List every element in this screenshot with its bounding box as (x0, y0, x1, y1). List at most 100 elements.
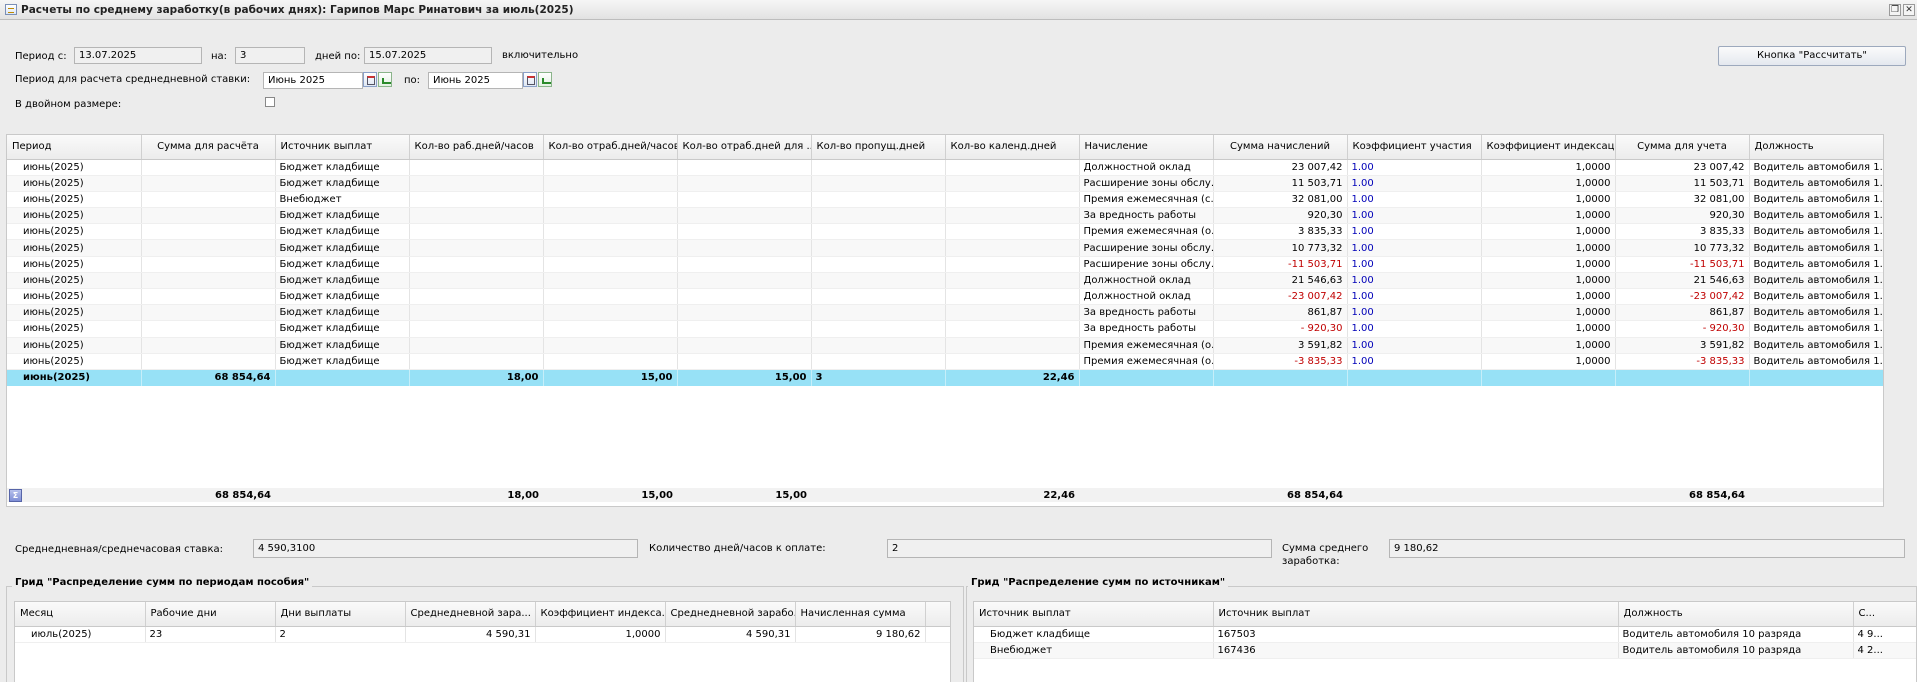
cell-period: июнь(2025) (7, 256, 142, 273)
cell-empty (945, 239, 1080, 257)
sum-icon[interactable]: Σ (9, 488, 22, 502)
group-missed-days: 3 (811, 369, 946, 386)
col-source-code[interactable]: Источник выплат (1213, 602, 1619, 627)
cell-participation-coef: 1.00 (1347, 304, 1482, 322)
col-period[interactable]: Период (7, 135, 142, 160)
cell-empty (409, 207, 544, 225)
days-pay-label: Количество дней/часов к оплате: (649, 543, 826, 554)
refresh-icon[interactable] (538, 72, 552, 87)
table-row[interactable]: Бюджет кладбище 167503 Водитель автомоби… (974, 626, 1916, 643)
col-worked-days-for[interactable]: Кол-во отраб.дней для ... (677, 135, 812, 160)
table-row[interactable]: июнь(2025) Бюджет кладбище Должностной окл… (7, 159, 1883, 176)
col-accrued-sum[interactable]: Начисленная сумма (795, 602, 926, 627)
calculate-button[interactable]: Кнопка "Рассчитать" (1718, 46, 1906, 66)
cell-empty (677, 337, 812, 354)
col-missed-days[interactable]: Кол-во пропущ.дней (811, 135, 946, 160)
restore-icon[interactable]: ❐ (1889, 4, 1901, 16)
cell-empty (811, 223, 946, 241)
table-row[interactable]: июнь(2025) Бюджет кладбище Премия ежемесяч… (7, 337, 1883, 354)
cell-source: Бюджет кладбище (275, 288, 410, 306)
col-accrual-sum[interactable]: Сумма начислений (1213, 135, 1348, 160)
col-participation-coef[interactable]: Коэффициент участия (1347, 135, 1482, 160)
days-count-field[interactable]: 3 (235, 47, 305, 64)
col-index-coef[interactable]: Коэффициент индекса... (535, 602, 666, 627)
col-index-coef[interactable]: Коэффициент индексац... (1481, 135, 1616, 160)
table-row[interactable]: июнь(2025) Внебюджет Премия ежемесячная (с… (7, 191, 1883, 209)
cell-index-coef: 1,0000 (1481, 191, 1616, 209)
col-calc-sum[interactable]: Сумма для расчёта (141, 135, 276, 160)
period-to-field[interactable]: 15.07.2025 (364, 47, 492, 64)
cell-source: Бюджет кладбище (275, 223, 410, 241)
cell-accrual-sum: 3 591,82 (1213, 337, 1348, 354)
cell-calc-sum (141, 337, 276, 354)
cell-empty (543, 337, 678, 354)
calc-period-from-field[interactable]: Июнь 2025 (263, 72, 363, 89)
col-sum[interactable]: С... (1853, 602, 1916, 627)
cell-participation-coef: 1.00 (1347, 159, 1482, 176)
cell-accrual-sum: 11 503,71 (1213, 175, 1348, 192)
table-row[interactable]: июнь(2025) Бюджет кладбище Расширение зоны… (7, 175, 1883, 192)
cell-accrual-sum: 861,87 (1213, 304, 1348, 322)
col-month[interactable]: Месяц (15, 602, 146, 627)
col-calendar-days[interactable]: Кол-во календ.дней (945, 135, 1080, 160)
cell-empty (409, 175, 544, 192)
cell-accrual-sum: 920,30 (1213, 207, 1348, 225)
table-row[interactable]: июнь(2025) Бюджет кладбище Премия ежемесяч… (7, 353, 1883, 370)
table-row[interactable]: Внебюджет 167436 Водитель автомобиля 10 … (974, 642, 1916, 659)
cell-empty (811, 288, 946, 306)
cell-account-sum: 920,30 (1615, 207, 1750, 225)
cell-source: Бюджет кладбище (275, 320, 410, 338)
col-avg-daily-2[interactable]: Среднедневной зарабо... (665, 602, 796, 627)
col-work-days[interactable]: Рабочие дни (145, 602, 276, 627)
table-row[interactable]: июнь(2025) Бюджет кладбище Расширение зоны… (7, 256, 1883, 273)
refresh-icon[interactable] (378, 72, 392, 87)
col-work-days[interactable]: Кол-во раб.дней/часов (409, 135, 544, 160)
cell-empty (811, 256, 946, 273)
period-from-field[interactable]: 13.07.2025 (74, 47, 202, 64)
table-row[interactable]: июнь(2025) Бюджет кладбище За вредность ра… (7, 207, 1883, 225)
close-icon[interactable]: ✕ (1903, 4, 1915, 16)
calendar-icon[interactable] (523, 72, 537, 87)
main-grid: Период Сумма для расчёта Источник выплат… (6, 134, 1884, 507)
calc-period-to-field[interactable]: Июнь 2025 (428, 72, 523, 89)
col-source[interactable]: Источник выплат (974, 602, 1214, 627)
cell-source: Бюджет кладбище (275, 272, 410, 290)
cell-empty (811, 159, 946, 176)
col-account-sum[interactable]: Сумма для учета (1615, 135, 1750, 160)
cell-empty (945, 304, 1080, 322)
avg-earnings-label-1: Сумма среднего (1282, 543, 1369, 554)
avg-earnings-field: 9 180,62 (1389, 539, 1905, 558)
table-row[interactable]: июнь(2025) Бюджет кладбище Должностной окл… (7, 272, 1883, 290)
rate-field: 4 590,3100 (253, 539, 638, 558)
table-row[interactable]: июнь(2025) Бюджет кладбище За вредность ра… (7, 320, 1883, 338)
cell-period: июнь(2025) (7, 353, 142, 370)
calendar-icon[interactable] (363, 72, 377, 87)
col-avg-daily[interactable]: Среднедневной зара... (405, 602, 536, 627)
table-row[interactable]: июнь(2025) Бюджет кладбище За вредность ра… (7, 304, 1883, 322)
cell-participation-coef: 1.00 (1347, 353, 1482, 370)
group-period: июнь(2025) (7, 369, 142, 386)
cell-accrual: Расширение зоны обслу... (1079, 175, 1214, 192)
total-work-days: 18,00 (409, 488, 543, 502)
col-worked-days[interactable]: Кол-во отраб.дней/часов (543, 135, 678, 160)
double-size-checkbox[interactable] (265, 97, 275, 107)
cell-participation-coef: 1.00 (1347, 223, 1482, 241)
col-accrual[interactable]: Начисление (1079, 135, 1214, 160)
table-row[interactable]: июнь(2025) Бюджет кладбище Расширение зоны… (7, 239, 1883, 257)
cell-calc-sum (141, 288, 276, 306)
col-source[interactable]: Источник выплат (275, 135, 410, 160)
table-row[interactable]: июнь(2025) Бюджет кладбище Премия ежемесяч… (7, 223, 1883, 241)
cell-index-coef: 1,0000 (1481, 320, 1616, 338)
group-summary-row[interactable]: июнь(2025) 68 854,64 18,00 15,00 15,00 3 22,46 (7, 369, 1883, 386)
cell-empty (811, 320, 946, 338)
cell-empty (543, 223, 678, 241)
col-position[interactable]: Должность (1618, 602, 1854, 627)
table-row[interactable]: июнь(2025) Бюджет кладбище Должностной окл… (7, 288, 1883, 306)
cell-empty (677, 353, 812, 370)
table-row[interactable]: июль(2025) 23 2 4 590,31 1,0000 4 590,31… (15, 626, 950, 643)
cell-empty (409, 159, 544, 176)
cell-participation-coef: 1.00 (1347, 288, 1482, 306)
cell-account-sum: -11 503,71 (1615, 256, 1750, 273)
col-pay-days[interactable]: Дни выплаты (275, 602, 406, 627)
col-position[interactable]: Должность (1749, 135, 1883, 160)
